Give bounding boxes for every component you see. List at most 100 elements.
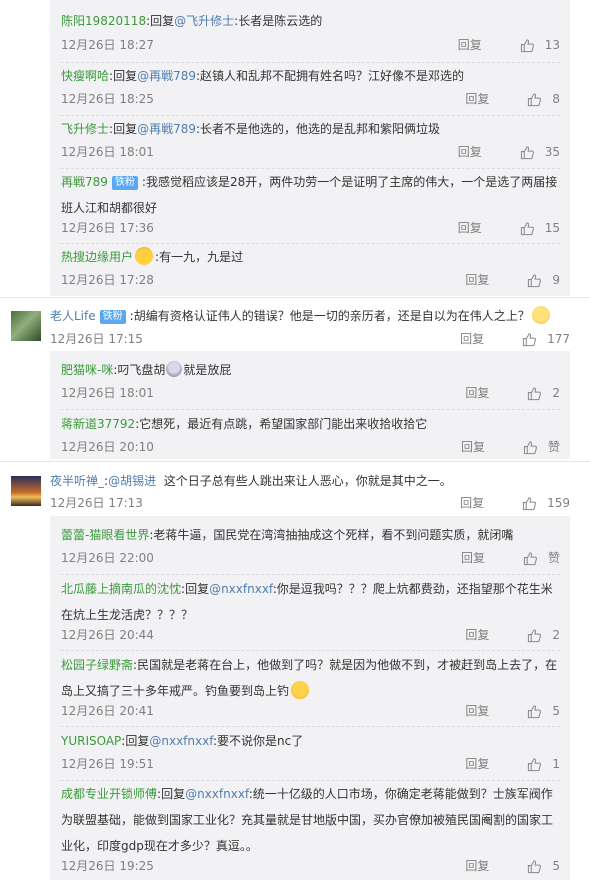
comment-text: 夜半听禅_:@胡锡进 这个日子总有些人跳出来让人恶心，你就是其中之一。 <box>50 474 452 488</box>
comment-actions: 回复 159 <box>460 493 570 513</box>
reply-actions: 回复 13 <box>458 35 560 55</box>
reply-actions: 回复 赞 <box>461 548 560 568</box>
mention-link[interactable]: @nxxfnxxf <box>209 582 273 596</box>
avatar[interactable] <box>11 311 41 341</box>
reply-list-3: 蕾蕾-猫眼看世界:老蒋牛逼，国民党在湾湾抽抽成这个死样，看不到问题实质，就闭嘴 … <box>50 516 570 880</box>
timestamp: 12月26日 18:01 <box>61 145 154 159</box>
mention-link[interactable]: @再戦789 <box>137 69 196 83</box>
username-link[interactable]: 松园子绿野斋 <box>61 658 133 672</box>
username-link[interactable]: 夜半听禅_ <box>50 474 104 488</box>
thumbs-up-icon <box>528 859 542 873</box>
like-button[interactable]: 9 <box>527 270 560 290</box>
reply-button[interactable]: 回复 <box>458 142 520 162</box>
reply-button[interactable]: 回复 <box>465 856 527 876</box>
mention-link[interactable]: @nxxfnxxf <box>185 787 249 801</box>
thumbs-up-icon <box>523 551 537 565</box>
reply-button[interactable]: 回复 <box>458 35 520 55</box>
timestamp: 12月26日 19:25 <box>61 859 154 873</box>
like-button[interactable]: 177 <box>522 329 570 349</box>
username-link[interactable]: 老人Life <box>50 309 96 323</box>
username-link[interactable]: 快瘦啊哈 <box>61 69 109 83</box>
reply-text: 成都专业开锁师傅:回复@nxxfnxxf:统一十亿级的人口市场，你确定老蒋能做到… <box>61 787 554 853</box>
username-link[interactable]: YURISOAP <box>61 734 121 748</box>
reply-button[interactable]: 回复 <box>461 548 523 568</box>
thumbs-up-icon <box>522 332 537 346</box>
comment-item: 老人Life 铁粉:胡编有资格认证伟人的错误？他是一切的亲历者，还是自以为在伟人之… <box>0 298 590 348</box>
username-link[interactable]: 陈阳19820118 <box>61 14 146 28</box>
reply-actions: 回复 2 <box>465 625 560 645</box>
reply-button[interactable]: 回复 <box>460 329 522 349</box>
username-link[interactable]: 飞升修士 <box>61 122 109 136</box>
list-item: 北瓜藤上摘南瓜的沈忱:回复@nxxfnxxf:你是逗我吗？？？爬上炕都费劲，还指… <box>50 576 570 650</box>
mention-link[interactable]: @nxxfnxxf <box>149 734 213 748</box>
reply-text: 肥猫咪-咪:叼飞盘胡 就是放屁 <box>61 361 232 377</box>
timestamp: 12月26日 17:15 <box>50 332 143 346</box>
reply-button[interactable]: 回复 <box>465 383 527 403</box>
reply-button[interactable]: 回复 <box>465 701 527 721</box>
fan-badge[interactable]: 铁粉 <box>111 176 138 190</box>
mention-link[interactable]: @飞升修士 <box>174 14 234 28</box>
reply-button[interactable]: 回复 <box>465 89 527 109</box>
like-button[interactable]: 1 <box>527 754 560 774</box>
username-link[interactable]: 再戦789 <box>61 175 108 189</box>
list-item: 肥猫咪-咪:叼飞盘胡 就是放屁 12月26日 18:01 回复 2 <box>50 357 570 407</box>
reply-list-1: 陈阳19820118:回复@飞升修士:长者是陈云选的 12月26日 18:27 … <box>50 0 570 296</box>
like-button[interactable]: 赞 <box>523 437 560 457</box>
like-button[interactable]: 赞 <box>523 548 560 568</box>
like-button[interactable]: 35 <box>520 142 560 162</box>
list-item: 飞升修士:回复@再戦789:长者不是他选的，他选的是乱邦和紫阳俩垃圾 12月26… <box>50 116 570 166</box>
mention-link[interactable]: @再戦789 <box>137 122 196 136</box>
like-button[interactable]: 2 <box>527 625 560 645</box>
reply-actions: 回复 35 <box>458 142 560 162</box>
like-button[interactable]: 159 <box>522 493 570 513</box>
fan-badge[interactable]: 铁粉 <box>99 310 126 324</box>
username-link[interactable]: 肥猫咪-咪 <box>61 363 113 377</box>
divider <box>61 726 560 727</box>
reply-actions: 回复 1 <box>465 754 560 774</box>
reply-text: 北瓜藤上摘南瓜的沈忱:回复@nxxfnxxf:你是逗我吗？？？爬上炕都费劲，还指… <box>61 582 553 622</box>
list-item: 松园子绿野斋:民国就是老蒋在台上，他做到了吗？就是因为他做不到，才被赶到岛上去了… <box>50 652 570 726</box>
reply-text: 蒋新道37792:它想死，最近有点跳，希望国家部门能出来收拾收拾它 <box>61 417 428 431</box>
timestamp: 12月26日 17:28 <box>61 273 154 287</box>
list-item: 快瘦啊哈:回复@再戦789:赵镇人和乱邦不配拥有姓名吗？江好像不是邓选的 12月… <box>50 63 570 113</box>
reply-actions: 回复 15 <box>458 218 560 238</box>
username-link[interactable]: 蕾蕾-猫眼看世界 <box>61 528 149 542</box>
timestamp: 12月26日 17:13 <box>50 496 143 510</box>
comment-text: 老人Life 铁粉:胡编有资格认证伟人的错误？他是一切的亲历者，还是自以为在伟人之… <box>50 303 580 329</box>
reply-text: 热搜边缘用户:有一九，九是过 <box>61 244 560 270</box>
username-link[interactable]: 北瓜藤上摘南瓜的沈忱 <box>61 582 181 596</box>
reply-button[interactable]: 回复 <box>460 493 522 513</box>
comment-actions: 回复 177 <box>460 329 570 349</box>
list-item: 蕾蕾-猫眼看世界:老蒋牛逼，国民党在湾湾抽抽成这个死样，看不到问题实质，就闭嘴 … <box>50 522 570 572</box>
like-button[interactable]: 5 <box>527 856 560 876</box>
list-item: 蒋新道37792:它想死，最近有点跳，希望国家部门能出来收拾收拾它 12月26日… <box>50 411 570 461</box>
reply-button[interactable]: 回复 <box>458 218 520 238</box>
thumbs-up-icon <box>528 273 542 287</box>
like-button[interactable]: 2 <box>527 383 560 403</box>
reply-button[interactable]: 回复 <box>465 625 527 645</box>
avatar-emoji-icon <box>166 361 183 377</box>
thumbs-up-icon <box>522 496 537 510</box>
like-button[interactable]: 8 <box>527 89 560 109</box>
reply-list-2: 肥猫咪-咪:叼飞盘胡 就是放屁 12月26日 18:01 回复 2 蒋新道3779… <box>50 351 570 459</box>
reply-button[interactable]: 回复 <box>465 270 527 290</box>
username-link[interactable]: 蒋新道37792 <box>61 417 135 431</box>
username-link[interactable]: 热搜边缘用户 <box>61 250 133 264</box>
like-button[interactable]: 13 <box>520 35 560 55</box>
reply-button[interactable]: 回复 <box>465 754 527 774</box>
like-button[interactable]: 5 <box>527 701 560 721</box>
reply-text: 松园子绿野斋:民国就是老蒋在台上，他做到了吗？就是因为他做不到，才被赶到岛上去了… <box>61 658 558 699</box>
list-item: 再戦789 铁粉:我感觉稻应该是28开，两件功劳一个是证明了主席的伟大，一个是选了… <box>50 169 570 243</box>
thumbs-up-icon <box>528 628 542 642</box>
avatar[interactable] <box>11 476 41 506</box>
thumbs-up-icon <box>520 145 534 159</box>
username-link[interactable]: 成都专业开锁师傅 <box>61 787 157 801</box>
timestamp: 12月26日 20:10 <box>61 440 154 454</box>
timestamp: 12月26日 18:01 <box>61 386 154 400</box>
thumbs-up-icon <box>520 221 534 235</box>
reply-actions: 回复 赞 <box>461 437 560 457</box>
like-button[interactable]: 15 <box>520 218 560 238</box>
reply-button[interactable]: 回复 <box>461 437 523 457</box>
mention-link[interactable]: @胡锡进 <box>108 474 156 488</box>
reply-text: YURISOAP:回复@nxxfnxxf:要不说你是nc了 <box>61 734 304 748</box>
